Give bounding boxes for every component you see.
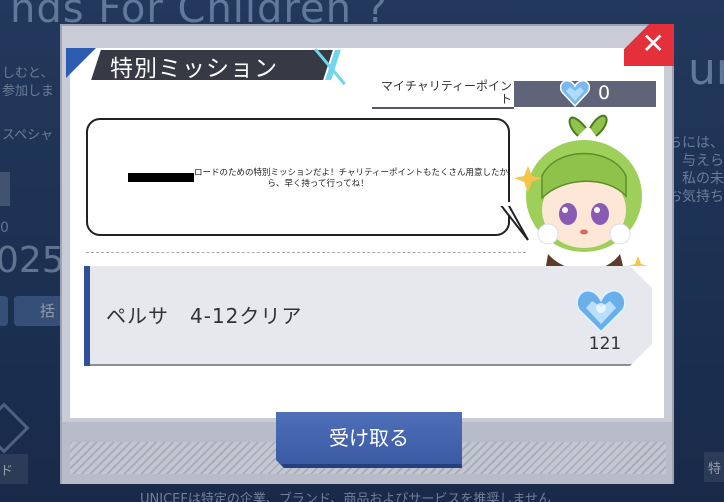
close-button[interactable]: ✕ xyxy=(624,24,674,66)
mission-name: ペルサ 4-12クリア xyxy=(106,304,303,328)
heart-gem-icon xyxy=(560,79,590,107)
character-portrait xyxy=(514,114,648,278)
accept-button-label: 受け取る xyxy=(329,426,409,450)
mission-card-corner-bottom xyxy=(630,344,652,366)
speech-bubble: ロードのための特別ミッションだよ！チャリティーポイントもたくさん用意したから、早… xyxy=(86,118,510,236)
close-icon: ✕ xyxy=(641,27,665,60)
mission-card[interactable]: ペルサ 4-12クリア 121 xyxy=(84,266,652,366)
charity-points-value: 0 xyxy=(598,82,611,104)
dashed-divider xyxy=(86,252,526,253)
speech-message: ロードのための特別ミッションだよ！チャリティーポイントもたくさん用意したから、早… xyxy=(194,168,508,189)
heart-gem-icon xyxy=(576,289,626,334)
title-accent-triangle xyxy=(66,48,96,78)
mission-card-corner-top xyxy=(630,266,652,288)
dialog-title: 特別ミッション xyxy=(110,56,278,82)
charity-points-underline xyxy=(372,107,514,109)
reward-count: 121 xyxy=(588,334,622,354)
special-mission-dialog: 特別ミッション ✕ マイチャリティーポイント 0 ロードのための特別ミッションだ… xyxy=(60,24,674,484)
accept-button[interactable]: 受け取る xyxy=(276,412,462,468)
charity-points-label: マイチャリティーポイント xyxy=(380,79,512,106)
